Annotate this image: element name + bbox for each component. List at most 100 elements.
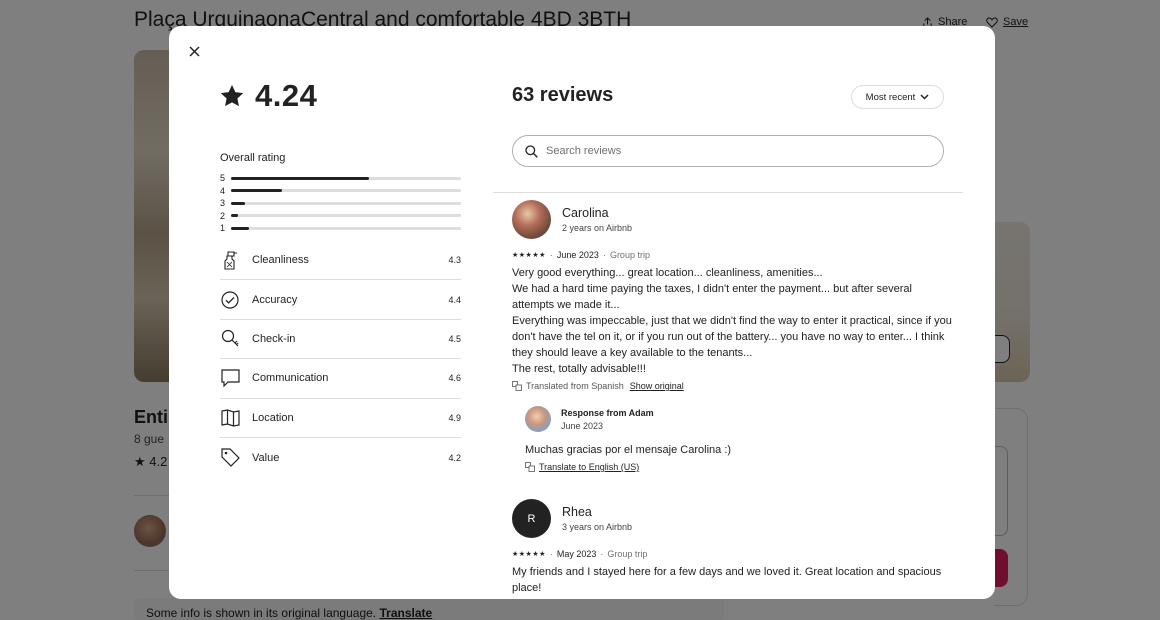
review-date: May 2023 <box>556 549 597 559</box>
review-stars: ★★★★★ <box>512 252 546 259</box>
host-response: Response from Adam June 2023 Muchas grac… <box>525 406 945 472</box>
category-label: Location <box>252 411 294 424</box>
distribution-bar-fill <box>231 189 282 193</box>
separator-dot: · <box>549 549 553 559</box>
chat-bubble-icon <box>220 368 240 388</box>
trip-type: Group trip <box>607 549 648 559</box>
distribution-row: 1 <box>220 222 461 235</box>
translate-icon <box>525 462 535 472</box>
separator-dot: · <box>602 250 606 260</box>
key-icon <box>220 329 240 349</box>
distribution-star-label: 4 <box>220 185 226 196</box>
trip-type: Group trip <box>609 250 650 260</box>
distribution-row: 2 <box>220 210 461 223</box>
category-communication: Communication 4.6 <box>220 359 461 399</box>
distribution-star-label: 3 <box>220 198 226 209</box>
search-input[interactable] <box>546 145 926 157</box>
overall-rating-label: Overall rating <box>220 152 286 164</box>
category-score: 4.5 <box>448 333 461 344</box>
category-label: Check-in <box>252 332 296 345</box>
distribution-bar-fill <box>231 201 245 205</box>
review-line: We had a hard time paying the taxes, I d… <box>512 283 912 311</box>
review-date: June 2023 <box>556 250 599 260</box>
close-button[interactable] <box>183 40 205 62</box>
star-icon <box>220 84 244 107</box>
distribution-row: 5 <box>220 172 461 185</box>
distribution-bar-track <box>231 189 461 193</box>
host-avatar[interactable] <box>525 406 551 432</box>
category-score: 4.9 <box>448 412 461 423</box>
close-icon <box>188 45 200 57</box>
map-icon <box>220 408 240 428</box>
reviewer-avatar[interactable] <box>512 200 551 239</box>
category-label: Communication <box>252 372 329 385</box>
category-score: 4.3 <box>448 255 461 266</box>
review-line: The rest, totally advisable!!! <box>512 363 646 375</box>
response-text: Muchas gracias por el mensaje Carolina :… <box>525 444 732 456</box>
distribution-star-label: 1 <box>220 223 226 234</box>
spray-bottle-icon <box>220 250 240 270</box>
review-stars: ★★★★★ <box>512 551 546 558</box>
reviewer-name: Carolina <box>562 206 609 220</box>
divider <box>493 192 963 193</box>
category-accuracy: Accuracy 4.4 <box>220 280 461 320</box>
overall-rating: 4.24 <box>219 78 317 114</box>
review-item: Carolina 2 years on Airbnb ★★★★★ · June … <box>512 200 952 391</box>
distribution-bar-track <box>231 176 461 180</box>
response-translate: Translate to English (US) <box>525 462 945 472</box>
reviewer-name: Rhea <box>562 505 592 519</box>
category-label: Cleanliness <box>252 254 309 267</box>
check-circle-icon <box>220 290 240 310</box>
reviews-modal: 4.24 Overall rating 54 32 1 Cleanliness 4.… <box>169 26 995 599</box>
reviews-count-title: 63 reviews <box>512 84 614 106</box>
sort-label: Most recent <box>865 91 916 103</box>
category-ratings: Cleanliness 4.3 Accuracy 4.4 Check-in 4.… <box>220 241 461 477</box>
review-search-box[interactable] <box>512 135 944 167</box>
review-text: Very good everything... great location..… <box>512 265 952 377</box>
category-cleanliness: Cleanliness 4.3 <box>220 241 461 281</box>
distribution-bar-track <box>231 201 461 205</box>
translated-from: Translated from Spanish <box>526 381 624 391</box>
reviewer-tenure: 2 years on Airbnb <box>562 223 633 233</box>
tag-icon <box>220 448 240 468</box>
review-line: Very good everything... great location..… <box>512 267 823 279</box>
chevron-down-icon <box>920 94 929 100</box>
distribution-bar-fill <box>231 226 250 230</box>
rating-distribution: 54 32 1 <box>220 172 461 235</box>
category-label: Accuracy <box>252 293 298 306</box>
category-location: Location 4.9 <box>220 399 461 438</box>
distribution-bar-fill <box>231 176 369 180</box>
reviewer-tenure: 3 years on Airbnb <box>562 522 633 532</box>
separator-dot: · <box>600 549 604 559</box>
distribution-row: 4 <box>220 185 461 198</box>
review-line: My friends and I stayed here for a few d… <box>512 566 942 594</box>
review-line: Everything was impeccable, just that we … <box>512 315 952 359</box>
distribution-star-label: 2 <box>220 210 226 221</box>
distribution-bar-track <box>231 226 461 230</box>
review-header: R Rhea 3 years on Airbnb <box>512 499 952 538</box>
translate-icon <box>512 381 522 391</box>
review-header: Carolina 2 years on Airbnb <box>512 200 952 239</box>
overall-rating-value: 4.24 <box>255 78 318 113</box>
response-date: June 2023 <box>561 420 604 431</box>
review-meta: ★★★★★ · May 2023 · Group trip <box>512 549 952 559</box>
sort-dropdown[interactable]: Most recent <box>851 85 944 109</box>
category-value: Value 4.2 <box>220 438 461 477</box>
separator-dot: · <box>549 250 553 260</box>
category-label: Value <box>252 451 280 464</box>
distribution-row: 3 <box>220 197 461 210</box>
translation-info: Translated from Spanish Show original <box>512 381 952 391</box>
reviewer-avatar[interactable]: R <box>512 499 551 538</box>
distribution-bar-track <box>231 214 461 218</box>
response-header: Response from Adam June 2023 <box>525 406 945 432</box>
search-icon <box>525 144 538 158</box>
distribution-bar-fill <box>231 214 238 218</box>
category-score: 4.6 <box>448 373 461 384</box>
review-meta: ★★★★★ · June 2023 · Group trip <box>512 250 952 260</box>
category-check-in: Check-in 4.5 <box>220 320 461 360</box>
show-original-link[interactable]: Show original <box>630 381 684 391</box>
response-from: Response from Adam <box>561 407 654 418</box>
translate-to-english-link[interactable]: Translate to English (US) <box>539 462 639 472</box>
category-score: 4.4 <box>448 294 461 305</box>
category-score: 4.2 <box>448 452 461 463</box>
